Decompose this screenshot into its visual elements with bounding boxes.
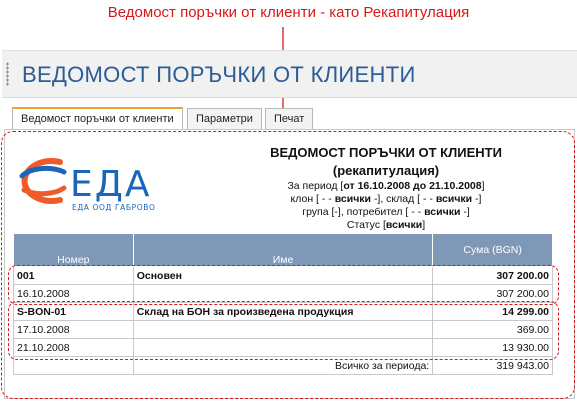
cell-name: [132, 284, 434, 303]
table-header: Номер Име Сума (BGN): [13, 233, 553, 267]
tab-parameters[interactable]: Параметри: [187, 108, 262, 129]
report-group-user: група [-], потребител [ - - всички -]: [302, 206, 470, 218]
page-title: ВЕДОМОСТ ПОРЪЧКИ ОТ КЛИЕНТИ: [22, 62, 416, 87]
cell-number: 17.10.2008: [13, 320, 134, 339]
table-row[interactable]: S-BON-01 Склад на БОН за произведена про…: [13, 302, 553, 321]
tab-print[interactable]: Печат: [265, 108, 314, 129]
cell-name: [132, 320, 434, 339]
table-row[interactable]: 21.10.2008 13 930.00: [13, 338, 553, 357]
table-row[interactable]: 001 Основен 307 200.00: [13, 266, 553, 285]
cell-number: 16.10.2008: [13, 284, 134, 303]
report-status: Статус [всички]: [346, 219, 426, 231]
cell-number: S-BON-01: [13, 302, 134, 321]
cell-name: Склад на БОН за произведена продукция: [132, 302, 434, 321]
report-subtitle: (рекапитулация): [332, 163, 440, 178]
cell-sum: 307 200.00: [432, 266, 553, 285]
report-title: ВЕДОМОСТ ПОРЪЧКИ ОТ КЛИЕНТИ: [270, 145, 502, 160]
cell-name: [132, 338, 434, 357]
total-label: Всичко за периода:: [132, 356, 433, 375]
column-header-sum: Сума (BGN): [432, 233, 553, 267]
cell-sum: 13 930.00: [432, 338, 553, 357]
table-row[interactable]: 17.10.2008 369.00: [13, 320, 553, 339]
tab-report[interactable]: Ведомост поръчки от клиенти: [12, 107, 183, 131]
total-row: Всичко за периода: 319 943.00: [13, 356, 553, 375]
report-branch-warehouse: клон [ - - всички -], склад [ - - всички…: [290, 193, 482, 205]
cell-number: 001: [13, 266, 134, 285]
column-header-number: Номер: [13, 233, 134, 267]
column-header-name: Име: [132, 233, 434, 267]
table-row[interactable]: 16.10.2008 307 200.00: [13, 284, 553, 303]
cell-name: Основен: [132, 266, 434, 285]
report-period: За период [от 16.10.2008 до 21.10.2008]: [287, 180, 485, 192]
recap-table: Номер Име Сума (BGN) 001 Основен 307 200…: [13, 233, 553, 375]
cell-sum: 369.00: [432, 320, 553, 339]
toolbar-grip-icon[interactable]: [6, 62, 9, 86]
annotation-caption: Ведомост поръчки от клиенти - като Рекап…: [107, 4, 470, 21]
company-logo: ЕДА ЕДА ООД ГАБРОВО: [19, 158, 156, 212]
total-spacer: [13, 356, 134, 375]
total-value: 319 943.00: [432, 356, 553, 375]
cell-number: 21.10.2008: [13, 338, 134, 357]
cell-sum: 307 200.00: [432, 284, 553, 303]
cell-sum: 14 299.00: [432, 302, 553, 321]
logo-subtext: ЕДА ООД ГАБРОВО: [72, 203, 156, 212]
logo-text: ЕДА: [70, 164, 152, 205]
